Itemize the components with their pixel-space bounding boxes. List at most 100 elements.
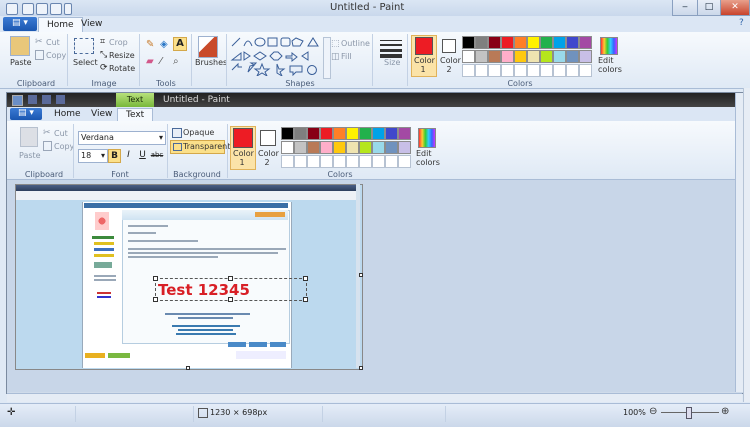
fill-button[interactable]: Fill [341, 52, 352, 61]
palette-swatch[interactable] [281, 127, 294, 140]
bold-button[interactable]: B [108, 149, 121, 163]
help-icon[interactable]: ? [739, 18, 747, 28]
palette-swatch[interactable] [359, 127, 372, 140]
palette-custom-slot[interactable] [385, 155, 398, 168]
palette-swatch[interactable] [514, 50, 527, 63]
italic-button[interactable]: I [123, 149, 134, 161]
palette-custom-slot[interactable] [527, 64, 540, 77]
palette-swatch[interactable] [385, 127, 398, 140]
palette-swatch[interactable] [333, 127, 346, 140]
paint-app-icon[interactable] [6, 3, 18, 15]
select-icon[interactable] [74, 38, 94, 54]
zoom-out-icon[interactable]: ⊖ [649, 406, 657, 417]
palette-swatch[interactable] [398, 127, 411, 140]
palette-custom-slot[interactable] [514, 64, 527, 77]
zoom-in-icon[interactable]: ⊕ [721, 406, 729, 417]
palette-custom-slot[interactable] [359, 155, 372, 168]
palette-custom-slot[interactable] [333, 155, 346, 168]
font-family-select[interactable]: Verdana ▾ [78, 131, 166, 145]
palette-swatch[interactable] [359, 141, 372, 154]
text-tool-icon[interactable]: A [173, 37, 187, 51]
inner-cut-button[interactable]: Cut [54, 129, 68, 138]
palette-swatch[interactable] [320, 141, 333, 154]
rotate-button[interactable]: Rotate [109, 64, 135, 73]
underline-button[interactable]: U [137, 149, 148, 161]
color2-swatch[interactable] [442, 39, 456, 53]
edit-colors-button[interactable]: Edit colors [598, 56, 622, 74]
undo-icon[interactable] [36, 3, 48, 15]
palette-swatch[interactable] [294, 141, 307, 154]
select-button[interactable]: Select [73, 58, 98, 67]
shapes-gallery[interactable] [230, 36, 322, 76]
opaque-button[interactable]: Opaque [183, 128, 214, 137]
palette-swatch[interactable] [462, 50, 475, 63]
zoom-slider-thumb[interactable] [686, 407, 692, 419]
palette-swatch[interactable] [462, 36, 475, 49]
brush-icon[interactable] [198, 36, 218, 58]
palette-custom-slot[interactable] [553, 64, 566, 77]
quick-access-dropdown-icon[interactable] [64, 3, 72, 15]
palette-swatch[interactable] [488, 50, 501, 63]
palette-swatch[interactable] [294, 127, 307, 140]
inner-edit-colors-icon[interactable] [418, 128, 436, 148]
cut-button[interactable]: Cut [46, 38, 60, 47]
palette-swatch[interactable] [333, 141, 346, 154]
magnifier-icon[interactable]: ⌕ [173, 56, 179, 67]
pencil-icon[interactable]: ✎ [146, 39, 154, 50]
maximize-button[interactable]: □ [697, 0, 721, 16]
redo-icon[interactable] [50, 3, 62, 15]
tab-view[interactable]: View [73, 17, 110, 32]
palette-swatch[interactable] [320, 127, 333, 140]
inner-paste-button[interactable]: Paste [19, 151, 41, 160]
close-button[interactable]: ✕ [720, 0, 750, 16]
palette-custom-slot[interactable] [346, 155, 359, 168]
palette-custom-slot[interactable] [488, 64, 501, 77]
brushes-button[interactable]: Brushes [195, 58, 227, 67]
inner-tab-text[interactable]: Text [117, 108, 154, 122]
palette-swatch[interactable] [501, 50, 514, 63]
canvas-resize-handle[interactable] [359, 366, 363, 370]
paste-icon[interactable] [10, 36, 30, 56]
inner-redo-icon[interactable] [56, 95, 65, 104]
copy-button[interactable]: Copy [46, 51, 66, 60]
inner-copy-button[interactable]: Copy [54, 142, 74, 151]
inner-app-icon[interactable] [12, 95, 23, 106]
shapes-scroll[interactable] [323, 37, 331, 79]
palette-custom-slot[interactable] [540, 64, 553, 77]
palette-custom-slot[interactable] [307, 155, 320, 168]
palette-custom-slot[interactable] [566, 64, 579, 77]
palette-custom-slot[interactable] [320, 155, 333, 168]
palette-swatch[interactable] [579, 36, 592, 49]
palette-swatch[interactable] [385, 141, 398, 154]
resize-button[interactable]: Resize [109, 51, 135, 60]
palette-swatch[interactable] [527, 50, 540, 63]
eraser-icon[interactable]: ▰ [146, 56, 154, 67]
crop-button[interactable]: Crop [109, 38, 128, 47]
inner-edit-colors-button[interactable]: Edit colors [416, 149, 440, 167]
font-size-select[interactable]: 18 ▾ [78, 149, 108, 163]
palette-swatch[interactable] [553, 50, 566, 63]
palette-swatch[interactable] [488, 36, 501, 49]
palette-swatch[interactable] [540, 36, 553, 49]
palette-custom-slot[interactable] [579, 64, 592, 77]
inner-tab-view[interactable]: View [83, 108, 120, 121]
inner-save-icon[interactable] [28, 95, 37, 104]
palette-swatch[interactable] [346, 141, 359, 154]
palette-swatch[interactable] [514, 36, 527, 49]
outline-button[interactable]: Outline [341, 39, 370, 48]
palette-custom-slot[interactable] [281, 155, 294, 168]
palette-custom-slot[interactable] [294, 155, 307, 168]
paint-menu-button[interactable]: ▤ ▾ [3, 17, 37, 31]
resize-handle[interactable] [303, 297, 308, 302]
palette-swatch[interactable] [540, 50, 553, 63]
size-button[interactable]: Size [384, 58, 400, 67]
resize-handle[interactable] [303, 276, 308, 281]
minimize-button[interactable]: ‒ [672, 0, 698, 16]
palette-swatch[interactable] [566, 50, 579, 63]
palette-swatch[interactable] [346, 127, 359, 140]
save-icon[interactable] [22, 3, 34, 15]
inner-paint-menu-button[interactable]: ▤ ▾ [10, 108, 42, 120]
palette-swatch[interactable] [566, 36, 579, 49]
inner-horizontal-scrollbar[interactable] [7, 393, 742, 402]
color2-label[interactable]: Color 2 [440, 56, 461, 74]
